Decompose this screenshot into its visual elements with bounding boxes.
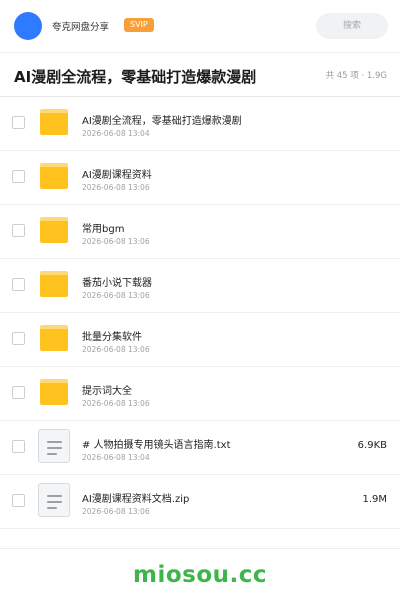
folder-icon	[40, 109, 68, 135]
file-date: 2026-06-08 13:06	[82, 183, 150, 192]
select-checkbox[interactable]	[12, 278, 25, 291]
file-name: 提示词大全	[82, 386, 132, 397]
file-row[interactable]: 常用bgm 2026-06-08 13:06	[0, 205, 400, 259]
file-size: 6.9KB	[357, 440, 387, 451]
select-checkbox[interactable]	[12, 332, 25, 345]
header: 夸克网盘分享 SVIP 搜索	[0, 0, 400, 52]
file-date: 2026-06-08 13:06	[82, 345, 150, 354]
folder-icon	[40, 217, 68, 243]
search-input[interactable]: 搜索	[316, 13, 388, 39]
file-row[interactable]: 番茄小说下载器 2026-06-08 13:06	[0, 259, 400, 313]
select-checkbox[interactable]	[12, 224, 25, 237]
footer-divider	[0, 548, 400, 549]
title-bar: AI漫剧全流程，零基础打造爆款漫剧 共 45 项 · 1.9G	[0, 53, 400, 97]
file-name: 批量分集软件	[82, 332, 142, 343]
document-icon	[38, 483, 70, 517]
folder-icon	[40, 325, 68, 351]
file-date: 2026-06-08 13:06	[82, 507, 150, 516]
avatar[interactable]	[14, 12, 42, 40]
file-row[interactable]: AI漫剧课程资料 2026-06-08 13:06	[0, 151, 400, 205]
page-title: AI漫剧全流程，零基础打造爆款漫剧	[14, 68, 257, 86]
file-row[interactable]: AI漫剧课程资料文档.zip 2026-06-08 13:06 1.9M	[0, 475, 400, 529]
file-row[interactable]: AI漫剧全流程，零基础打造爆款漫剧 2026-06-08 13:04	[0, 97, 400, 151]
svip-badge: SVIP	[124, 18, 154, 32]
file-name: AI漫剧课程资料文档.zip	[82, 494, 190, 505]
file-name: AI漫剧全流程，零基础打造爆款漫剧	[82, 116, 242, 127]
select-checkbox[interactable]	[12, 440, 25, 453]
file-row[interactable]: 提示词大全 2026-06-08 13:06	[0, 367, 400, 421]
select-checkbox[interactable]	[12, 170, 25, 183]
file-size: 1.9M	[362, 494, 387, 505]
file-date: 2026-06-08 13:06	[82, 291, 150, 300]
folder-icon	[40, 379, 68, 405]
file-list: AI漫剧全流程，零基础打造爆款漫剧 2026-06-08 13:04 AI漫剧课…	[0, 97, 400, 529]
file-name: 番茄小说下载器	[82, 278, 152, 289]
select-checkbox[interactable]	[12, 494, 25, 507]
file-row[interactable]: # 人物拍摄专用镜头语言指南.txt 2026-06-08 13:04 6.9K…	[0, 421, 400, 475]
folder-icon	[40, 271, 68, 297]
file-name: # 人物拍摄专用镜头语言指南.txt	[82, 440, 231, 451]
file-name: 常用bgm	[82, 224, 125, 235]
file-name: AI漫剧课程资料	[82, 170, 152, 181]
file-date: 2026-06-08 13:04	[82, 129, 150, 138]
file-date: 2026-06-08 13:04	[82, 453, 150, 462]
folder-icon	[40, 163, 68, 189]
watermark: miosou.cc	[132, 562, 268, 588]
file-date: 2026-06-08 13:06	[82, 399, 150, 408]
user-name: 夸克网盘分享	[52, 22, 110, 33]
select-checkbox[interactable]	[12, 386, 25, 399]
select-checkbox[interactable]	[12, 116, 25, 129]
file-date: 2026-06-08 13:06	[82, 237, 150, 246]
document-icon	[38, 429, 70, 463]
file-row[interactable]: 批量分集软件 2026-06-08 13:06	[0, 313, 400, 367]
item-count-summary: 共 45 项 · 1.9G	[325, 71, 387, 81]
